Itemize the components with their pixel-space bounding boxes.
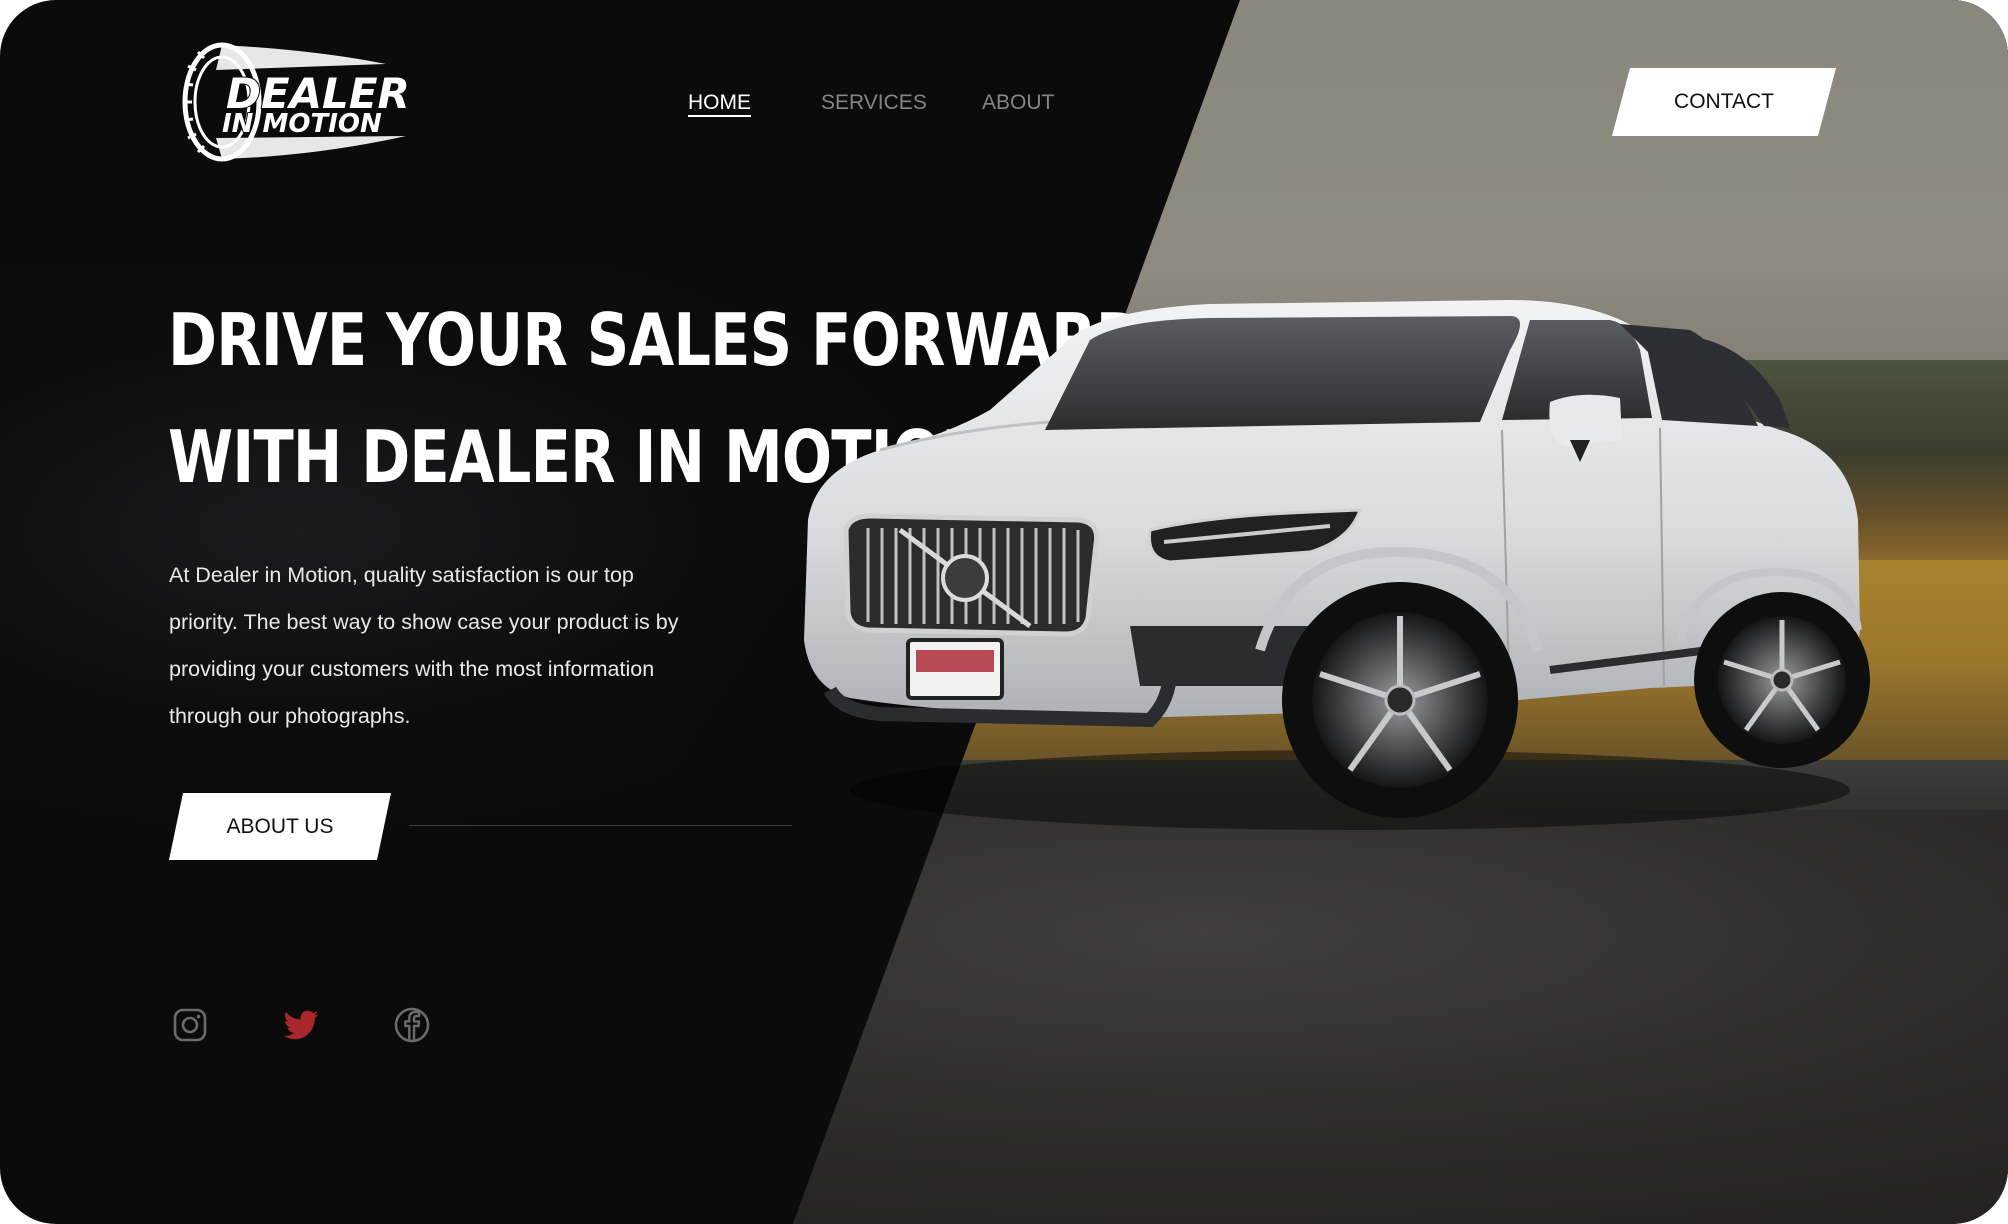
landing-page: DEALER IN MOTION HOME SERVICES ABOUT CON… [0,0,2008,1224]
nav-home-link[interactable]: HOME [688,91,751,115]
hero-headline-line2: WITH DEALER IN MOTION [168,415,991,499]
hero-description-line: priority. The best way to show case your… [169,610,679,634]
instagram-icon[interactable] [171,1006,209,1044]
brand-logo-line2: IN MOTION [222,109,382,139]
brand-logo[interactable]: DEALER IN MOTION [176,40,446,165]
nav-services-link[interactable]: SERVICES [821,91,927,115]
hero-description: At Dealer in Motion, quality satisfactio… [169,552,729,740]
hero-description-line: At Dealer in Motion, quality satisfactio… [169,563,634,587]
nav-about-link[interactable]: ABOUT [982,91,1054,115]
hero-description-line: providing your customers with the most i… [169,657,655,681]
hero-headline: DRIVE YOUR SALES FORWARD WITH DEALER IN … [168,282,1145,516]
twitter-icon[interactable] [282,1006,320,1044]
hero-headline-line1: DRIVE YOUR SALES FORWARD [168,298,1145,382]
suv-image [790,290,1870,870]
hero-description-line: through our photographs. [169,704,411,728]
cta-divider [409,825,792,826]
about-us-button[interactable]: ABOUT US [169,793,391,860]
contact-button[interactable]: CONTACT [1612,68,1836,136]
facebook-icon[interactable] [393,1006,431,1044]
